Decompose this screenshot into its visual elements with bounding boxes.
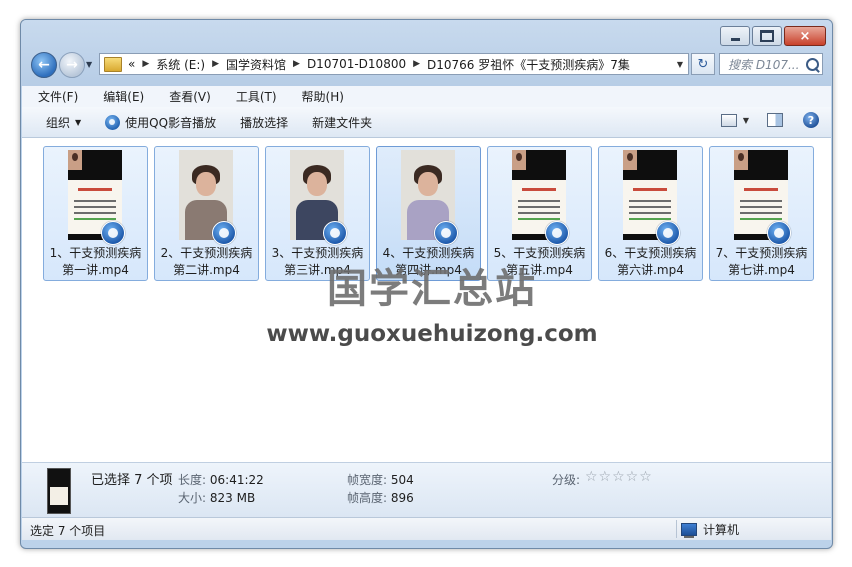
close-button[interactable]: × (784, 26, 826, 46)
menu-tools[interactable]: 工具(T) (220, 88, 286, 105)
breadcrumb-item[interactable]: D10701-D10800 (307, 57, 406, 71)
menu-bar: 文件(F) 编辑(E) 查看(V) 工具(T) 帮助(H) (22, 86, 831, 108)
recent-pages-dropdown[interactable]: ▼ (86, 60, 92, 69)
window-controls: × (718, 26, 826, 46)
watermark-url: www.guoxuehuizong.com (266, 321, 598, 347)
address-bar[interactable]: « ▶ 系统 (E:) ▶ 国学资料馆 ▶ D10701-D10800 ▶ D1… (99, 53, 689, 75)
file-name: 2、干支预测疾病 第二讲.mp4 (160, 246, 253, 277)
status-computer: 计算机 (681, 521, 739, 538)
rating-label: 分级: (552, 473, 581, 487)
chevron-down-icon: ▼ (75, 117, 82, 127)
preview-pane-icon[interactable] (767, 113, 783, 127)
organize-button[interactable]: 组织 ▼ (46, 114, 81, 131)
qq-player-icon (545, 221, 569, 245)
menu-file[interactable]: 文件(F) (22, 88, 87, 105)
breadcrumb: « ▶ 系统 (E:) ▶ 国学资料馆 ▶ D10701-D10800 ▶ D1… (128, 56, 630, 73)
title-frame: × ← → ▼ « ▶ 系统 (E:) ▶ 国学资料馆 ▶ D10701-D10… (21, 20, 832, 86)
file-tile[interactable]: 2、干支预测疾病 第二讲.mp4 (154, 146, 259, 281)
arrow-left-icon: ← (38, 57, 50, 73)
status-bar: 选定 7 个项目 计算机 (22, 517, 831, 540)
qq-player-icon (434, 221, 458, 245)
selection-count: 已选择 7 个项 (91, 473, 173, 488)
qq-player-icon (656, 221, 680, 245)
file-tile[interactable]: 1、干支预测疾病 第一讲.mp4 (43, 146, 148, 281)
arrow-right-icon: → (66, 57, 78, 73)
new-folder-button[interactable]: 新建文件夹 (312, 114, 372, 131)
qq-play-label: 使用QQ影音播放 (125, 115, 217, 130)
file-name: 6、干支预测疾病 第六讲.mp4 (604, 246, 697, 277)
chevron-right-icon[interactable]: ▶ (212, 59, 219, 69)
menu-edit[interactable]: 编辑(E) (87, 88, 153, 105)
search-placeholder: 搜索 D107... (728, 57, 800, 72)
search-input[interactable]: 搜索 D107... (719, 53, 823, 75)
qq-play-button[interactable]: 使用QQ影音播放 (105, 114, 216, 131)
refresh-button[interactable]: ↻ (691, 53, 715, 75)
folder-icon (104, 56, 122, 72)
qq-player-icon (767, 221, 791, 245)
minimize-button[interactable] (720, 26, 750, 46)
rating-stars[interactable]: ☆☆☆☆☆ (585, 469, 653, 485)
chevron-right-icon[interactable]: ▶ (293, 59, 300, 69)
status-divider (676, 520, 677, 538)
file-tile[interactable]: 6、干支预测疾病 第六讲.mp4 (598, 146, 703, 281)
search-icon[interactable] (806, 57, 819, 71)
watermark-title: 国学汇总站 (327, 266, 537, 312)
length-field: 长度: 06:41:22 (178, 473, 264, 487)
chevron-down-icon[interactable]: ▼ (672, 60, 688, 69)
navigation-row: ← → ▼ « ▶ 系统 (E:) ▶ 国学资料馆 ▶ D10701-D1080… (29, 51, 824, 79)
forward-button[interactable]: → (59, 52, 85, 78)
breadcrumb-item[interactable]: D10766 罗祖怀《干支预测疾病》7集 (427, 56, 630, 73)
play-selection-button[interactable]: 播放选择 (240, 114, 288, 131)
qq-player-icon (101, 221, 125, 245)
maximize-button[interactable] (752, 26, 782, 46)
change-view-icon[interactable] (720, 113, 737, 127)
toolbar-right: ▼ ? (720, 112, 819, 128)
chevron-right-icon[interactable]: ▶ (142, 59, 149, 69)
qq-player-icon (323, 221, 347, 245)
command-bar: 组织 ▼ 使用QQ影音播放 播放选择 新建文件夹 ▼ ? (22, 107, 831, 138)
help-icon[interactable]: ? (803, 112, 819, 128)
file-view[interactable]: 1、干支预测疾病 第一讲.mp4 2、干支预测疾病 第二讲.mp4 3、干支预测疾病… (22, 138, 831, 462)
minimize-icon (730, 37, 740, 41)
frame-height-field: 帧高度: 896 (347, 491, 414, 505)
organize-label: 组织 (46, 115, 71, 130)
frame-width-field: 帧宽度: 504 (347, 473, 414, 487)
file-tile[interactable]: 7、干支预测疾病 第七讲.mp4 (709, 146, 814, 281)
back-button[interactable]: ← (31, 52, 57, 78)
menu-view[interactable]: 查看(V) (153, 88, 220, 105)
file-name: 7、干支预测疾病 第七讲.mp4 (715, 246, 808, 277)
explorer-window: × ← → ▼ « ▶ 系统 (E:) ▶ 国学资料馆 ▶ D10701-D10… (20, 19, 833, 549)
breadcrumb-overflow[interactable]: « (128, 57, 135, 71)
size-field: 大小: 823 MB (178, 491, 256, 505)
maximize-icon (760, 30, 774, 42)
status-text: 选定 7 个项目 (30, 524, 106, 538)
chevron-right-icon[interactable]: ▶ (413, 59, 420, 69)
breadcrumb-item[interactable]: 国学资料馆 (226, 56, 286, 73)
status-computer-label: 计算机 (703, 523, 740, 537)
computer-icon (681, 523, 697, 538)
breadcrumb-item[interactable]: 系统 (E:) (156, 56, 205, 73)
refresh-icon: ↻ (697, 56, 709, 72)
selection-thumbnail (47, 468, 71, 514)
menu-help[interactable]: 帮助(H) (286, 88, 353, 105)
file-name: 1、干支预测疾病 第一讲.mp4 (49, 246, 142, 277)
qq-player-icon (105, 114, 121, 130)
qq-player-icon (212, 221, 236, 245)
chevron-down-icon[interactable]: ▼ (743, 116, 749, 125)
details-pane: 已选择 7 个项 长度: 06:41:22 大小: 823 MB 帧宽度: 50… (22, 462, 831, 518)
